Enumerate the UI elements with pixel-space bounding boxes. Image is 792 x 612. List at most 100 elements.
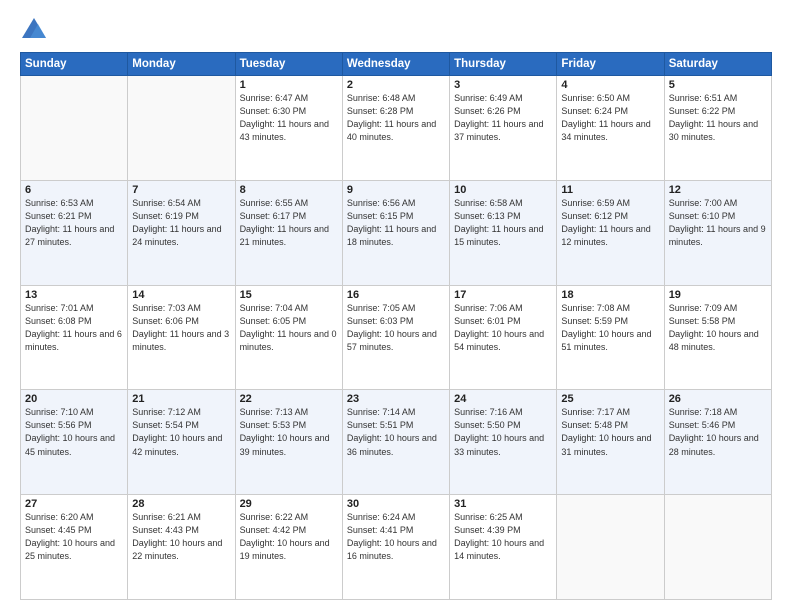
calendar-cell: 8Sunrise: 6:55 AMSunset: 6:17 PMDaylight… (235, 180, 342, 285)
day-info: Sunrise: 7:17 AMSunset: 5:48 PMDaylight:… (561, 406, 659, 458)
day-number: 18 (561, 289, 659, 301)
day-info: Sunrise: 7:01 AMSunset: 6:08 PMDaylight:… (25, 302, 123, 354)
day-number: 25 (561, 393, 659, 405)
day-info: Sunrise: 6:22 AMSunset: 4:42 PMDaylight:… (240, 511, 338, 563)
day-info: Sunrise: 6:53 AMSunset: 6:21 PMDaylight:… (25, 197, 123, 249)
calendar-cell: 1Sunrise: 6:47 AMSunset: 6:30 PMDaylight… (235, 76, 342, 181)
calendar-cell: 24Sunrise: 7:16 AMSunset: 5:50 PMDayligh… (450, 390, 557, 495)
day-number: 28 (132, 498, 230, 510)
calendar-cell: 27Sunrise: 6:20 AMSunset: 4:45 PMDayligh… (21, 495, 128, 600)
day-info: Sunrise: 7:00 AMSunset: 6:10 PMDaylight:… (669, 197, 767, 249)
day-number: 7 (132, 184, 230, 196)
day-number: 14 (132, 289, 230, 301)
calendar-table: SundayMondayTuesdayWednesdayThursdayFrid… (20, 52, 772, 600)
calendar-week-row: 1Sunrise: 6:47 AMSunset: 6:30 PMDaylight… (21, 76, 772, 181)
day-info: Sunrise: 7:08 AMSunset: 5:59 PMDaylight:… (561, 302, 659, 354)
day-number: 19 (669, 289, 767, 301)
day-info: Sunrise: 7:09 AMSunset: 5:58 PMDaylight:… (669, 302, 767, 354)
calendar-weekday-wednesday: Wednesday (342, 53, 449, 76)
calendar-week-row: 13Sunrise: 7:01 AMSunset: 6:08 PMDayligh… (21, 285, 772, 390)
calendar-cell: 22Sunrise: 7:13 AMSunset: 5:53 PMDayligh… (235, 390, 342, 495)
day-number: 11 (561, 184, 659, 196)
calendar-weekday-thursday: Thursday (450, 53, 557, 76)
calendar-cell: 31Sunrise: 6:25 AMSunset: 4:39 PMDayligh… (450, 495, 557, 600)
calendar-weekday-tuesday: Tuesday (235, 53, 342, 76)
calendar-cell: 5Sunrise: 6:51 AMSunset: 6:22 PMDaylight… (664, 76, 771, 181)
day-number: 12 (669, 184, 767, 196)
calendar-cell (557, 495, 664, 600)
calendar-cell: 20Sunrise: 7:10 AMSunset: 5:56 PMDayligh… (21, 390, 128, 495)
calendar-cell: 21Sunrise: 7:12 AMSunset: 5:54 PMDayligh… (128, 390, 235, 495)
day-info: Sunrise: 6:21 AMSunset: 4:43 PMDaylight:… (132, 511, 230, 563)
calendar-header-row: SundayMondayTuesdayWednesdayThursdayFrid… (21, 53, 772, 76)
calendar-week-row: 27Sunrise: 6:20 AMSunset: 4:45 PMDayligh… (21, 495, 772, 600)
day-number: 5 (669, 79, 767, 91)
day-info: Sunrise: 7:05 AMSunset: 6:03 PMDaylight:… (347, 302, 445, 354)
day-info: Sunrise: 7:16 AMSunset: 5:50 PMDaylight:… (454, 406, 552, 458)
day-info: Sunrise: 6:55 AMSunset: 6:17 PMDaylight:… (240, 197, 338, 249)
calendar-week-row: 6Sunrise: 6:53 AMSunset: 6:21 PMDaylight… (21, 180, 772, 285)
calendar-cell: 16Sunrise: 7:05 AMSunset: 6:03 PMDayligh… (342, 285, 449, 390)
day-info: Sunrise: 6:50 AMSunset: 6:24 PMDaylight:… (561, 92, 659, 144)
day-number: 31 (454, 498, 552, 510)
calendar-cell: 17Sunrise: 7:06 AMSunset: 6:01 PMDayligh… (450, 285, 557, 390)
day-info: Sunrise: 6:47 AMSunset: 6:30 PMDaylight:… (240, 92, 338, 144)
day-number: 16 (347, 289, 445, 301)
calendar-cell: 29Sunrise: 6:22 AMSunset: 4:42 PMDayligh… (235, 495, 342, 600)
day-number: 26 (669, 393, 767, 405)
calendar-cell: 25Sunrise: 7:17 AMSunset: 5:48 PMDayligh… (557, 390, 664, 495)
day-info: Sunrise: 7:18 AMSunset: 5:46 PMDaylight:… (669, 406, 767, 458)
calendar-cell: 30Sunrise: 6:24 AMSunset: 4:41 PMDayligh… (342, 495, 449, 600)
day-number: 1 (240, 79, 338, 91)
calendar-cell (21, 76, 128, 181)
calendar-cell: 18Sunrise: 7:08 AMSunset: 5:59 PMDayligh… (557, 285, 664, 390)
day-info: Sunrise: 6:51 AMSunset: 6:22 PMDaylight:… (669, 92, 767, 144)
day-info: Sunrise: 6:54 AMSunset: 6:19 PMDaylight:… (132, 197, 230, 249)
day-info: Sunrise: 7:12 AMSunset: 5:54 PMDaylight:… (132, 406, 230, 458)
day-info: Sunrise: 7:03 AMSunset: 6:06 PMDaylight:… (132, 302, 230, 354)
day-info: Sunrise: 6:20 AMSunset: 4:45 PMDaylight:… (25, 511, 123, 563)
day-info: Sunrise: 6:58 AMSunset: 6:13 PMDaylight:… (454, 197, 552, 249)
header (20, 16, 772, 44)
calendar-cell (128, 76, 235, 181)
day-info: Sunrise: 7:14 AMSunset: 5:51 PMDaylight:… (347, 406, 445, 458)
calendar-cell: 7Sunrise: 6:54 AMSunset: 6:19 PMDaylight… (128, 180, 235, 285)
day-number: 3 (454, 79, 552, 91)
day-info: Sunrise: 7:06 AMSunset: 6:01 PMDaylight:… (454, 302, 552, 354)
day-number: 13 (25, 289, 123, 301)
day-info: Sunrise: 7:04 AMSunset: 6:05 PMDaylight:… (240, 302, 338, 354)
day-number: 27 (25, 498, 123, 510)
day-info: Sunrise: 6:24 AMSunset: 4:41 PMDaylight:… (347, 511, 445, 563)
day-info: Sunrise: 7:13 AMSunset: 5:53 PMDaylight:… (240, 406, 338, 458)
calendar-weekday-monday: Monday (128, 53, 235, 76)
calendar-week-row: 20Sunrise: 7:10 AMSunset: 5:56 PMDayligh… (21, 390, 772, 495)
day-info: Sunrise: 6:48 AMSunset: 6:28 PMDaylight:… (347, 92, 445, 144)
calendar-cell: 13Sunrise: 7:01 AMSunset: 6:08 PMDayligh… (21, 285, 128, 390)
day-info: Sunrise: 6:59 AMSunset: 6:12 PMDaylight:… (561, 197, 659, 249)
calendar-cell: 12Sunrise: 7:00 AMSunset: 6:10 PMDayligh… (664, 180, 771, 285)
day-info: Sunrise: 6:49 AMSunset: 6:26 PMDaylight:… (454, 92, 552, 144)
day-number: 9 (347, 184, 445, 196)
day-number: 6 (25, 184, 123, 196)
logo (20, 16, 52, 44)
day-number: 23 (347, 393, 445, 405)
day-number: 24 (454, 393, 552, 405)
calendar-weekday-sunday: Sunday (21, 53, 128, 76)
calendar-cell: 6Sunrise: 6:53 AMSunset: 6:21 PMDaylight… (21, 180, 128, 285)
calendar-cell: 15Sunrise: 7:04 AMSunset: 6:05 PMDayligh… (235, 285, 342, 390)
day-number: 29 (240, 498, 338, 510)
calendar-cell: 19Sunrise: 7:09 AMSunset: 5:58 PMDayligh… (664, 285, 771, 390)
calendar-cell: 9Sunrise: 6:56 AMSunset: 6:15 PMDaylight… (342, 180, 449, 285)
day-number: 20 (25, 393, 123, 405)
page: SundayMondayTuesdayWednesdayThursdayFrid… (0, 0, 792, 612)
calendar-cell (664, 495, 771, 600)
calendar-weekday-friday: Friday (557, 53, 664, 76)
day-number: 30 (347, 498, 445, 510)
calendar-cell: 3Sunrise: 6:49 AMSunset: 6:26 PMDaylight… (450, 76, 557, 181)
logo-icon (20, 16, 48, 44)
day-number: 22 (240, 393, 338, 405)
day-number: 17 (454, 289, 552, 301)
day-info: Sunrise: 7:10 AMSunset: 5:56 PMDaylight:… (25, 406, 123, 458)
calendar-cell: 26Sunrise: 7:18 AMSunset: 5:46 PMDayligh… (664, 390, 771, 495)
calendar-cell: 14Sunrise: 7:03 AMSunset: 6:06 PMDayligh… (128, 285, 235, 390)
